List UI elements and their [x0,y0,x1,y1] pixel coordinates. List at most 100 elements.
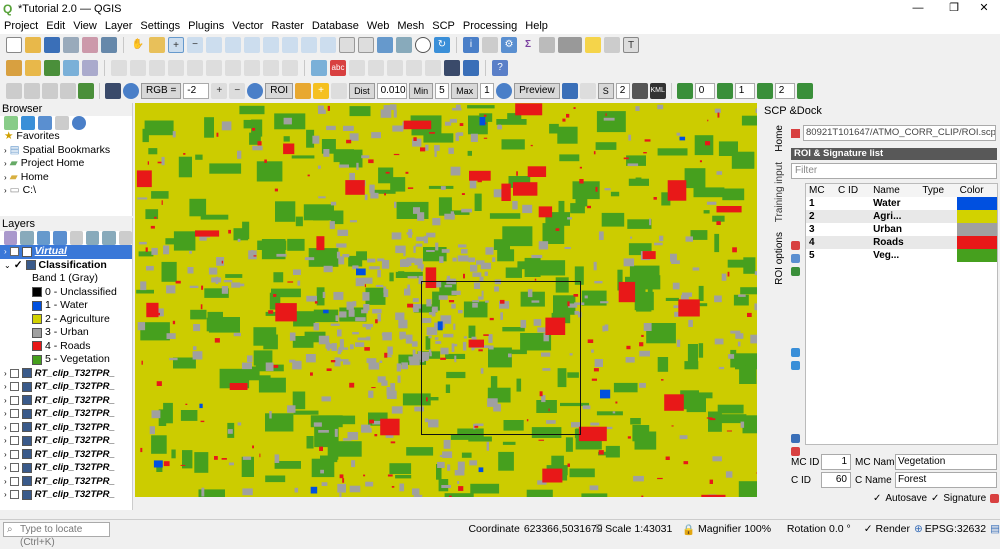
bookmark-icon[interactable] [377,37,393,53]
table-row[interactable]: 4Roads [806,236,997,249]
digitize-icon[interactable] [44,60,60,76]
show-labels-icon[interactable] [368,60,384,76]
autosave-toggle[interactable]: ✓Autosave [873,493,927,504]
color-cell[interactable] [957,223,997,236]
plot-icon[interactable] [791,348,800,357]
filter-expression-icon[interactable] [70,231,83,245]
remove-temp-files-icon[interactable] [632,83,648,99]
delete-selected-icon[interactable] [187,60,203,76]
epsg-label[interactable]: EPSG:32632 [925,523,986,535]
menu-web[interactable]: Web [367,20,389,32]
deselect-icon[interactable] [24,83,40,99]
max-field[interactable]: 1 [480,83,494,99]
menu-view[interactable]: View [73,20,97,32]
mc-name-field[interactable]: Vegetation [895,454,997,470]
save-roi-icon[interactable] [990,494,999,503]
layer-checkbox[interactable] [10,423,19,432]
s-field[interactable]: 2 [616,83,630,99]
layer-rt-clip[interactable]: ›RT_clip_T32TPR_ [0,488,132,502]
select-features-icon[interactable] [6,83,22,99]
save-edits-icon[interactable] [130,60,146,76]
abc-label-icon[interactable]: abc [330,60,346,76]
open-project-icon[interactable] [25,37,41,53]
kml-icon[interactable]: KML [650,83,666,99]
map-themes-icon[interactable] [37,231,50,245]
band-spin-3[interactable]: 2 [775,83,795,99]
layer-rt-clip[interactable]: ›RT_clip_T32TPR_ [0,380,132,394]
zoom-selection-icon[interactable] [244,37,260,53]
zoom-next-icon[interactable] [320,37,336,53]
magnifier-value[interactable]: 100% [744,523,773,535]
layer-checkbox[interactable] [10,477,19,486]
rgb-minus-icon[interactable]: − [229,83,245,99]
vertex-tool-icon[interactable] [168,60,184,76]
preview-button[interactable]: Preview [514,83,560,99]
zoom-out-icon[interactable]: − [187,37,203,53]
zoom-native-icon[interactable] [282,37,298,53]
c-name-field[interactable]: Forest [895,472,997,488]
save-project-icon[interactable] [44,37,60,53]
label-tool-icon[interactable] [311,60,327,76]
add-feature-icon[interactable] [149,60,165,76]
layer-rt-clip[interactable]: ›RT_clip_T32TPR_ [0,475,132,489]
menu-mesh[interactable]: Mesh [397,20,424,32]
layer-rt-clip[interactable]: ›RT_clip_T32TPR_ [0,421,132,435]
text-annotation-icon[interactable] [604,37,620,53]
copy-features-icon[interactable] [225,60,241,76]
color-cell[interactable] [957,210,997,223]
menu-scp[interactable]: SCP [432,20,455,32]
refresh-browser-icon[interactable] [21,116,35,130]
cut-features-icon[interactable] [206,60,222,76]
attribute-table-icon[interactable] [539,37,555,53]
add-layer-icon[interactable] [6,60,22,76]
color-cell[interactable] [957,236,997,249]
menu-plugins[interactable]: Plugins [188,20,224,32]
filter-input[interactable]: Filter [791,163,997,179]
refresh-icon[interactable]: ↻ [434,37,450,53]
undo-icon[interactable] [263,60,279,76]
col-cid[interactable]: C ID [835,184,870,197]
rotation-value[interactable]: 0.0 ° [829,523,858,535]
layer-checkbox[interactable] [10,396,19,405]
statistics-sum-icon[interactable]: Σ [520,37,536,53]
filter-browser-icon[interactable] [38,116,52,130]
roi-file-path[interactable]: 80921T101647/ATMO_CORR_CLIP/ROI.scp [803,125,996,141]
scale-value[interactable]: 1:43031 [634,523,680,535]
band-set-icon[interactable] [677,83,693,99]
browser-item-favorites[interactable]: ★Favorites [0,130,132,144]
c-id-field[interactable]: 60 [821,472,851,488]
remove-layer-icon[interactable] [119,231,132,245]
map-tips-icon[interactable] [585,37,601,53]
add-selected-icon[interactable] [4,116,18,130]
browser-item-bookmarks[interactable]: ›▤Spatial Bookmarks [0,144,132,158]
table-row[interactable]: 2Agri... [806,210,997,223]
col-color[interactable]: Color [957,184,997,197]
layer-rt-clip[interactable]: ›RT_clip_T32TPR_ [0,394,132,408]
table-row[interactable]: 3Urban [806,223,997,236]
collapse-all-layers-icon[interactable] [102,231,115,245]
color-cell[interactable] [957,249,997,262]
mc-id-field[interactable]: 1 [821,454,851,470]
scatter-plot-icon[interactable] [791,361,800,370]
layer-rt-clip[interactable]: ›RT_clip_T32TPR_ [0,407,132,421]
new-map-view-icon[interactable] [339,37,355,53]
roi-create-icon[interactable] [295,83,311,99]
layer-virtual[interactable]: › Virtual [0,245,132,259]
export-icon[interactable] [791,447,800,456]
zoom-last-icon[interactable] [301,37,317,53]
menu-raster[interactable]: Raster [271,20,303,32]
zoom-rubber-band-icon[interactable] [206,37,222,53]
tab-roi-options[interactable]: ROI options [774,232,785,285]
python-console-icon[interactable] [463,60,479,76]
tab-home[interactable]: Home [774,125,785,152]
change-label-icon[interactable] [425,60,441,76]
layer-checkbox[interactable] [10,490,19,499]
add-group-icon[interactable] [20,231,33,245]
properties-icon[interactable] [72,116,86,130]
locator-search[interactable]: ⌕ Type to locate (Ctrl+K) [3,522,110,537]
text-tool-icon[interactable]: T [623,37,639,53]
vertex-select-icon[interactable] [60,83,76,99]
crs-icon[interactable]: ⊕ [914,523,923,535]
dist-field[interactable]: 0.010 [377,83,407,99]
menu-layer[interactable]: Layer [105,20,133,32]
